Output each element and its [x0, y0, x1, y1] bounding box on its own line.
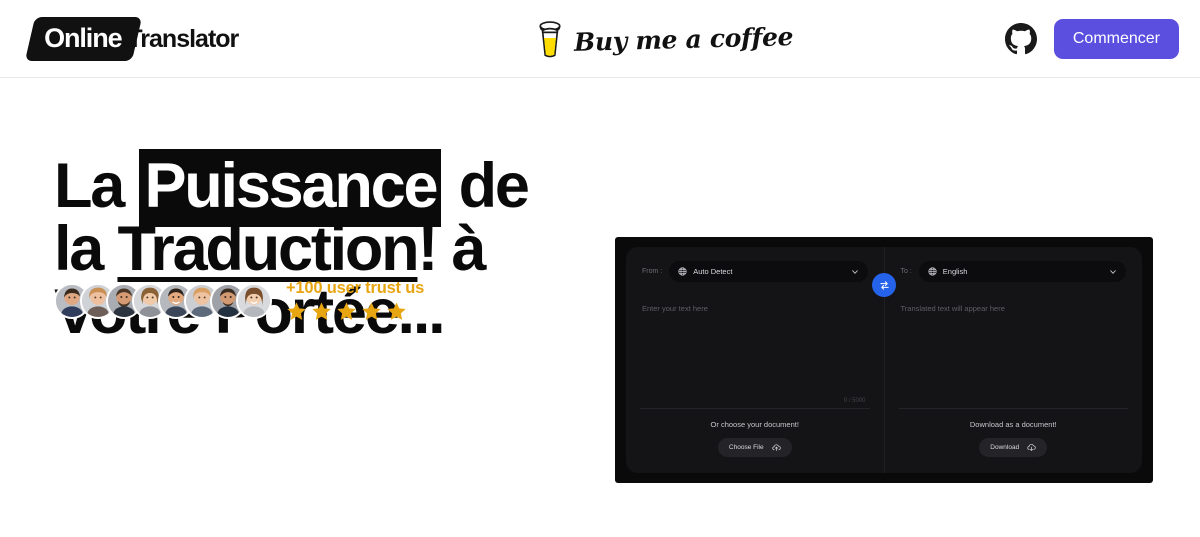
target-textarea: Translated text will appear here — [900, 304, 1005, 313]
star-icon — [312, 301, 331, 320]
target-language-select[interactable]: English — [918, 261, 1126, 282]
avatar-group — [54, 282, 272, 319]
target-footer: Download as a document! Download — [898, 408, 1128, 457]
globe-icon — [678, 267, 687, 276]
source-pane: From : Auto Detect Enter your text here … — [626, 247, 885, 473]
github-icon[interactable] — [1004, 23, 1037, 55]
choose-file-button[interactable]: Choose File — [717, 438, 792, 457]
download-button[interactable]: Download — [979, 438, 1048, 457]
upload-cloud-icon — [772, 444, 781, 451]
coffee-cup-icon — [539, 20, 561, 57]
trust-block: +100 user trust us — [286, 280, 424, 322]
source-language-select[interactable]: Auto Detect — [669, 261, 868, 282]
site-header: Online Translator Buy me a coffee Commen… — [0, 0, 1200, 78]
source-language-row: From : Auto Detect — [642, 261, 868, 282]
chevron-down-icon — [1110, 269, 1116, 274]
download-cloud-icon — [1027, 444, 1036, 451]
choose-file-label: Choose File — [728, 444, 764, 451]
buy-me-a-coffee-label: Buy me a coffee — [573, 21, 794, 57]
download-document-label: Download as a document! — [969, 420, 1057, 429]
source-language-value: Auto Detect — [693, 267, 733, 276]
swap-horizontal-icon — [879, 280, 889, 290]
star-icon — [362, 301, 381, 320]
character-counter: 0 / 5000 — [843, 398, 866, 404]
translator-panel: From : Auto Detect Enter your text here … — [626, 247, 1142, 473]
swap-languages-button[interactable] — [872, 273, 896, 297]
social-proof: +100 user trust us — [54, 280, 424, 322]
choose-document-label: Or choose your document! — [710, 420, 799, 429]
logo-text-online: Online — [44, 23, 122, 53]
header-actions: Commencer — [1004, 19, 1179, 59]
app-preview: From : Auto Detect Enter your text here … — [615, 237, 1153, 483]
star-icon — [387, 301, 406, 320]
chevron-down-icon — [851, 269, 858, 274]
logo-text-translator: Translator — [127, 24, 239, 53]
target-pane: To : English Translated text will appear… — [885, 247, 1143, 473]
source-footer: Or choose your document! Choose File — [640, 408, 870, 457]
globe-icon — [928, 267, 937, 276]
commencer-button[interactable]: Commencer — [1053, 19, 1179, 59]
source-label: From : — [642, 268, 663, 275]
headline-part-1: La — [54, 151, 139, 221]
star-icon — [337, 301, 356, 320]
hero-section: La Puissance de la Traduction! à Votre P… — [0, 78, 1200, 498]
star-rating — [286, 301, 424, 322]
target-language-row: To : English — [900, 261, 1126, 282]
headline-underlined: Traduction — [117, 214, 419, 284]
source-textarea[interactable]: Enter your text here — [642, 304, 868, 313]
target-label: To : — [900, 268, 912, 275]
star-icon — [287, 301, 306, 320]
download-label: Download — [990, 444, 1020, 451]
target-language-value: English — [942, 267, 968, 276]
trust-label: +100 user trust us — [286, 279, 425, 297]
buy-me-a-coffee-link[interactable]: Buy me a coffee — [535, 12, 794, 66]
avatar — [236, 282, 272, 319]
site-logo[interactable]: Online Translator — [24, 17, 239, 61]
